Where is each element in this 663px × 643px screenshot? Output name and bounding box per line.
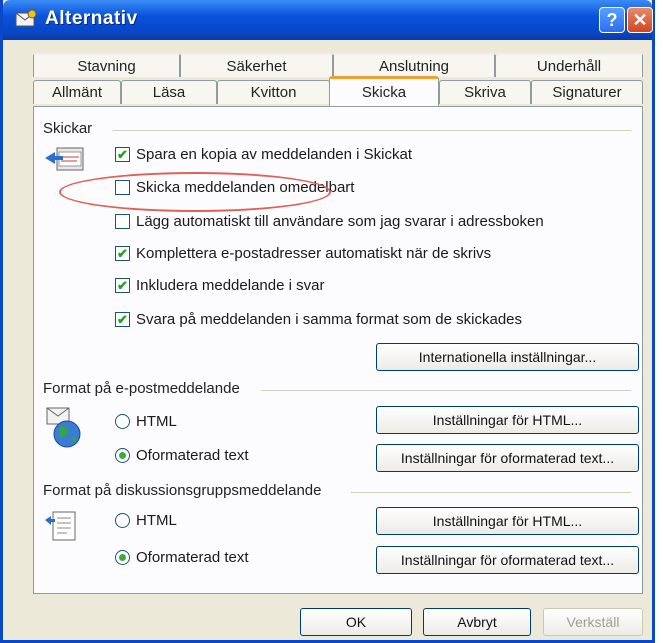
highlight-circle xyxy=(59,172,331,212)
mail-options-icon xyxy=(15,9,37,27)
separator xyxy=(113,130,631,131)
apply-button[interactable]: Verkställ xyxy=(543,608,643,636)
news-html-settings-button[interactable]: Inställningar för HTML... xyxy=(376,507,639,535)
option-auto-add[interactable]: Lägg automatiskt till användare som jag … xyxy=(115,213,544,230)
separator xyxy=(351,492,631,493)
send-mail-icon xyxy=(45,147,84,171)
title-bar[interactable]: Alternativ ? ✕ xyxy=(3,0,653,40)
news-plain-label: Oformaterad text xyxy=(136,549,249,566)
mail-plain-settings-button[interactable]: Inställningar för oformaterad text... xyxy=(376,444,639,472)
close-button[interactable]: ✕ xyxy=(627,7,653,33)
auto-add-label: Lägg automatiskt till användare som jag … xyxy=(136,213,544,230)
help-button[interactable]: ? xyxy=(599,7,625,33)
section-heading-news-format: Format på diskussionsgruppsmeddelande xyxy=(43,482,328,499)
reply-same-format-label: Svara på meddelanden i samma format som … xyxy=(136,311,523,328)
tab-kvitton[interactable]: Kvitton xyxy=(217,80,330,104)
news-format-html[interactable]: HTML xyxy=(115,512,177,529)
tab-signaturer[interactable]: Signaturer xyxy=(531,80,643,104)
mail-format-plain[interactable]: Oformaterad text xyxy=(115,447,249,464)
news-html-label: HTML xyxy=(136,512,177,529)
options-dialog: Alternativ ? ✕ Stavning Säkerhet Anslutn… xyxy=(0,0,655,643)
cancel-button[interactable]: Avbryt xyxy=(423,608,531,636)
tab-sakerhet[interactable]: Säkerhet xyxy=(180,53,333,77)
option-reply-same-format[interactable]: ✔ Svara på meddelanden i samma format so… xyxy=(115,311,522,328)
news-html-radio[interactable] xyxy=(115,513,130,528)
tab-anslutning[interactable]: Anslutning xyxy=(333,53,495,77)
ok-button[interactable]: OK xyxy=(300,608,412,636)
tab-skicka[interactable]: Skicka xyxy=(329,76,439,106)
international-settings-button[interactable]: Internationella inställningar... xyxy=(376,343,639,371)
news-plain-radio[interactable] xyxy=(115,550,130,565)
window-title: Alternativ xyxy=(45,8,138,29)
separator xyxy=(261,390,631,391)
include-message-label: Inkludera meddelande i svar xyxy=(136,277,325,294)
option-autocomplete[interactable]: ✔ Komplettera e-postadresser automatiskt… xyxy=(115,245,491,262)
newsgroup-icon xyxy=(45,511,76,541)
mail-plain-label: Oformaterad text xyxy=(136,447,249,464)
tab-stavning[interactable]: Stavning xyxy=(33,53,180,77)
option-include-message[interactable]: ✔ Inkludera meddelande i svar xyxy=(115,277,324,294)
mail-html-label: HTML xyxy=(136,413,177,430)
mail-format-html[interactable]: HTML xyxy=(115,413,177,430)
section-heading-mail-format: Format på e-postmeddelande xyxy=(43,380,246,397)
news-format-plain[interactable]: Oformaterad text xyxy=(115,549,249,566)
autocomplete-label: Komplettera e-postadresser automatiskt n… xyxy=(136,245,492,262)
autocomplete-checkbox[interactable]: ✔ xyxy=(115,246,130,261)
reply-same-format-checkbox[interactable]: ✔ xyxy=(115,312,130,327)
section-heading-skickar: Skickar xyxy=(43,120,99,137)
mail-plain-radio[interactable] xyxy=(115,448,130,463)
save-copy-label: Spara en kopia av meddelanden i Skickat xyxy=(136,146,413,163)
mail-html-radio[interactable] xyxy=(115,414,130,429)
tab-skriva[interactable]: Skriva xyxy=(439,80,531,104)
tab-allmant[interactable]: Allmänt xyxy=(33,80,121,104)
news-plain-settings-button[interactable]: Inställningar för oformaterad text... xyxy=(376,546,639,574)
option-save-copy[interactable]: ✔ Spara en kopia av meddelanden i Skicka… xyxy=(115,146,412,163)
auto-add-checkbox[interactable] xyxy=(115,214,130,229)
tab-lasa[interactable]: Läsa xyxy=(121,80,217,104)
tab-underhall[interactable]: Underhåll xyxy=(495,53,643,77)
globe-mail-icon xyxy=(46,407,81,448)
include-message-checkbox[interactable]: ✔ xyxy=(115,278,130,293)
mail-html-settings-button[interactable]: Inställningar för HTML... xyxy=(376,406,639,434)
save-copy-checkbox[interactable]: ✔ xyxy=(115,147,130,162)
